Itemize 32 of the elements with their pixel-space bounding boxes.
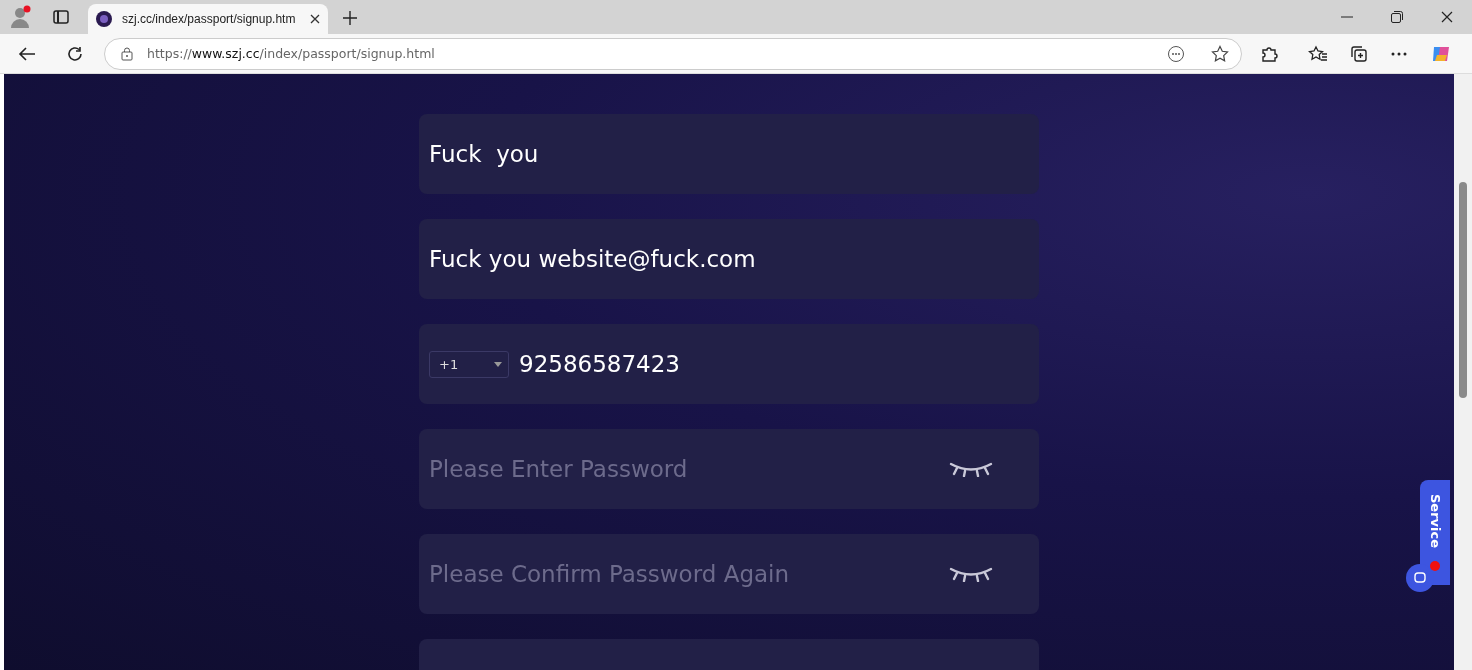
- new-tab-icon[interactable]: [342, 10, 358, 26]
- menu-icon[interactable]: [1390, 50, 1408, 57]
- more-options-icon[interactable]: [1167, 44, 1185, 63]
- caret-icon: [494, 361, 502, 367]
- input-field[interactable]: Please Confirm Password Again: [419, 534, 1039, 614]
- star-icon[interactable]: [1211, 44, 1229, 63]
- text-field[interactable]: Fuck you website@fuck.com: [429, 246, 1029, 272]
- refresh-icon[interactable]: [66, 44, 84, 63]
- scrollbar[interactable]: [1454, 74, 1472, 670]
- closed-eye-icon[interactable]: [949, 566, 993, 582]
- collections-icon[interactable]: [1350, 44, 1368, 63]
- service-button[interactable]: Service: [1420, 480, 1450, 585]
- input-field[interactable]: Fuck you website@fuck.com: [419, 219, 1039, 299]
- input-field[interactable]: Please Enter Password: [419, 429, 1039, 509]
- favorites-icon[interactable]: [1308, 44, 1328, 63]
- close-icon[interactable]: [310, 14, 320, 24]
- text-field[interactable]: Fuck you: [429, 141, 1029, 167]
- country-code-dropdown[interactable]: +1: [429, 350, 509, 378]
- input-field[interactable]: Fuck you: [419, 114, 1039, 194]
- chat-icon[interactable]: [1406, 564, 1434, 592]
- lock-icon: [121, 46, 133, 61]
- browser-tab[interactable]: szj.cc/index/passport/signup.htm: [88, 4, 328, 34]
- site-icon: [96, 11, 112, 27]
- restore-icon[interactable]: [1391, 8, 1403, 26]
- phone-field[interactable]: 92586587423: [519, 351, 1029, 377]
- closed-eye-icon[interactable]: [949, 461, 993, 477]
- password-field[interactable]: Please Confirm Password Again: [429, 561, 939, 587]
- puzzle-icon[interactable]: [1260, 44, 1278, 63]
- back-icon[interactable]: [18, 45, 36, 62]
- input-field[interactable]: +1 92586587423: [419, 324, 1039, 404]
- password-field[interactable]: Please Enter Password: [429, 456, 939, 482]
- address-bar[interactable]: https://www.szj.cc/index/passport/signup.html: [104, 37, 1242, 70]
